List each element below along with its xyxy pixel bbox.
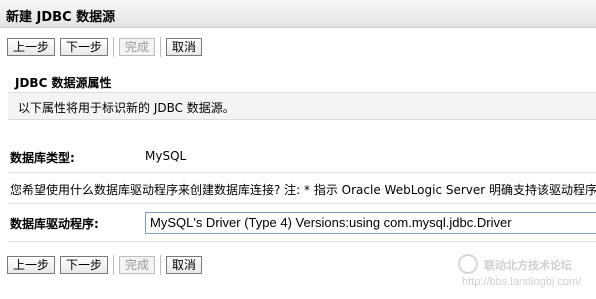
section-title: JDBC 数据源属性 [15,76,112,90]
cancel-button[interactable]: 取消 [166,256,203,274]
db-type-value: MySQL [145,149,187,163]
section-description: 以下属性将用于标识新的 JDBC 数据源。 [18,101,235,115]
button-separator [113,37,115,57]
finish-button: 完成 [119,256,156,274]
divider [8,241,596,242]
forum-watermark: 联动北方技术论坛 http://bbs.landingbj.com/ [458,254,588,294]
back-button[interactable]: 上一步 [7,38,56,56]
watermark-url: http://bbs.landingbj.com/ [462,276,582,288]
button-separator [160,37,162,57]
driver-label: 数据库驱动程序: [10,217,99,231]
bottom-button-bar: 上一步 下一步 完成 取消 [7,255,207,275]
next-button[interactable]: 下一步 [60,38,109,56]
db-type-label: 数据库类型: [10,151,75,165]
driver-select[interactable]: MySQL's Driver (Type 4) Versions:using c… [145,212,596,234]
driver-question: 您希望使用什么数据库驱动程序来创建数据库连接? 注: * 指示 Oracle W… [10,183,596,197]
page-title: 新建 JDBC 数据源 [6,10,116,25]
divider [8,172,596,173]
next-button[interactable]: 下一步 [60,256,109,274]
cancel-button[interactable]: 取消 [166,38,203,56]
back-button[interactable]: 上一步 [7,256,56,274]
title-bar: 新建 JDBC 数据源 [0,0,596,28]
section-description-band: 以下属性将用于标识新的 JDBC 数据源。 [8,92,596,120]
divider [8,203,596,204]
top-button-bar: 上一步 下一步 完成 取消 [7,37,207,57]
button-separator [113,255,115,275]
watermark-name: 联动北方技术论坛 [484,259,572,272]
forum-logo-icon [458,254,478,274]
button-separator [160,255,162,275]
finish-button: 完成 [119,38,156,56]
